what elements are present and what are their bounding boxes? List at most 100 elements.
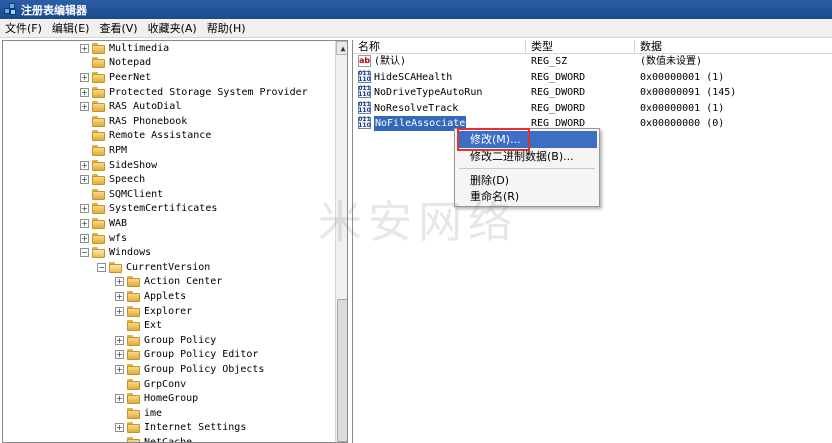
dword-value-icon: 011 110 [358, 100, 371, 114]
tree-item-label: SystemCertificates [109, 203, 218, 215]
window-title: 注册表编辑器 [21, 3, 87, 17]
value-type: REG_DWORD [531, 71, 586, 83]
value-data: (数值未设置) [640, 56, 703, 67]
folder-icon [92, 101, 105, 113]
expand-icon[interactable]: + [115, 335, 124, 345]
tree-item[interactable]: + SideShow [80, 158, 157, 173]
expand-icon[interactable]: + [80, 72, 89, 82]
tree-item-label: wfs [109, 232, 128, 244]
tree-item[interactable]: + HomeGroup [115, 391, 198, 406]
tree-item-label: SQMClient [109, 188, 164, 200]
expand-icon[interactable]: + [115, 423, 124, 433]
folder-icon [109, 261, 122, 273]
expand-icon[interactable]: + [80, 87, 89, 97]
registry-value-row[interactable]: ab (默认) REG_SZ (数值未设置) [353, 54, 832, 69]
expand-icon[interactable]: + [115, 291, 124, 301]
tree-item[interactable]: − Windows [80, 245, 151, 260]
tree-item[interactable]: NetCache [115, 435, 192, 442]
tree-item[interactable]: + Protected Storage System Provider [80, 85, 308, 100]
registry-value-row[interactable]: 011 110 NoResolveTrack REG_DWORD 0x00000001 … [353, 101, 832, 116]
context-menu-modify-binary[interactable]: 修改二进制数据(B)... [457, 148, 597, 165]
tree-item-label: HomeGroup [144, 393, 199, 405]
tree-item[interactable]: + Group Policy [115, 333, 216, 348]
tree-item-label: Speech [109, 174, 146, 186]
tree-item[interactable]: GrpConv [115, 377, 186, 392]
tree-item-label: WAB [109, 217, 128, 229]
menu-help[interactable]: 帮助(H) [202, 20, 251, 37]
tree-item[interactable]: + PeerNet [80, 70, 151, 85]
value-data: 0x00000001 (1) [640, 71, 725, 83]
expand-icon[interactable]: + [80, 43, 89, 53]
tree-item[interactable]: + Multimedia [80, 41, 169, 56]
registry-values-pane[interactable]: 名称 类型 数据 ab (默认) REG_SZ (数值未设置) 011 110 HideSC… [352, 40, 832, 443]
expand-icon[interactable]: + [115, 277, 124, 287]
tree-item[interactable]: + SystemCertificates [80, 202, 217, 217]
tree-item-label: SideShow [109, 159, 158, 171]
context-menu-delete[interactable]: 删除(D) [457, 172, 597, 189]
tree-item-label: Action Center [144, 276, 223, 288]
registry-value-row[interactable]: 011 110 NoDriveTypeAutoRun REG_DWORD 0x00000… [353, 85, 832, 100]
folder-icon [92, 71, 105, 83]
title-bar[interactable]: 注册表编辑器 [0, 0, 832, 19]
tree-item-label: GrpConv [144, 378, 187, 390]
tree-item[interactable]: + Speech [80, 172, 145, 187]
tree-item[interactable]: + Explorer [115, 304, 192, 319]
expand-icon[interactable]: + [80, 175, 89, 185]
tree-item-label: Group Policy Editor [144, 349, 259, 361]
column-header-name[interactable]: 名称 [353, 40, 526, 54]
dword-value-icon: 011 110 [358, 85, 371, 98]
value-name: NoDriveTypeAutoRun [374, 87, 483, 98]
context-menu-modify[interactable]: 修改(M)... [457, 131, 597, 148]
tree-item-label: Protected Storage System Provider [109, 86, 308, 98]
tree-item[interactable]: + RAS AutoDial [80, 99, 181, 114]
collapse-icon[interactable]: − [97, 262, 106, 272]
collapse-icon[interactable]: − [80, 248, 89, 258]
value-type: REG_SZ [531, 56, 568, 67]
context-menu-separator [459, 168, 595, 169]
string-value-icon: ab [358, 55, 371, 67]
scroll-thumb[interactable] [337, 299, 347, 442]
value-name: (默认) [374, 56, 407, 67]
expand-icon[interactable]: + [115, 350, 124, 360]
folder-icon [92, 57, 105, 69]
scroll-up-arrow-icon[interactable]: ▲ [336, 41, 347, 55]
tree-item[interactable]: + Group Policy Objects [115, 362, 264, 377]
registry-tree-pane[interactable]: + Multimedia Notepad + PeerNet + Protected Sto… [2, 40, 348, 443]
tree-item[interactable]: + Internet Settings [115, 421, 246, 436]
expand-icon[interactable]: + [80, 204, 89, 214]
column-header-type[interactable]: 类型 [526, 40, 635, 54]
tree-item[interactable]: ime [115, 406, 162, 421]
tree-item[interactable]: Ext [115, 318, 162, 333]
tree-item[interactable]: + Applets [115, 289, 186, 304]
menu-file[interactable]: 文件(F) [0, 20, 47, 37]
tree-item[interactable]: RPM [80, 143, 127, 158]
tree-item-label: ime [144, 407, 163, 419]
folder-icon [92, 247, 105, 259]
tree-item[interactable]: Notepad [80, 56, 151, 71]
tree-vertical-scrollbar[interactable]: ▲ [335, 41, 347, 442]
expand-icon[interactable]: + [80, 233, 89, 243]
tree-item[interactable]: − CurrentVersion [97, 260, 210, 275]
expand-icon[interactable]: + [115, 364, 124, 374]
context-menu-rename[interactable]: 重命名(R) [457, 188, 597, 205]
expand-icon[interactable]: + [80, 160, 89, 170]
expand-icon[interactable]: + [115, 394, 124, 404]
menu-favorites[interactable]: 收藏夹(A) [143, 20, 202, 37]
tree-item[interactable]: + Group Policy Editor [115, 348, 258, 363]
context-menu: 修改(M)... 修改二进制数据(B)... 删除(D) 重命名(R) [454, 128, 600, 207]
tree-item[interactable]: SQMClient [80, 187, 163, 202]
tree-item[interactable]: + Action Center [115, 275, 222, 290]
value-data: 0x00000001 (1) [640, 102, 725, 114]
expand-icon[interactable]: + [80, 102, 89, 112]
folder-icon [92, 174, 105, 186]
expand-icon[interactable]: + [80, 218, 89, 228]
tree-item[interactable]: + wfs [80, 231, 127, 246]
tree-item[interactable]: RAS Phonebook [80, 114, 187, 129]
registry-value-row[interactable]: 011 110 HideSCAHealth REG_DWORD 0x00000001 (… [353, 70, 832, 85]
expand-icon[interactable]: + [115, 306, 124, 316]
column-header-data[interactable]: 数据 [635, 40, 832, 54]
tree-item[interactable]: Remote Assistance [80, 129, 211, 144]
tree-item[interactable]: + WAB [80, 216, 127, 231]
menu-edit[interactable]: 编辑(E) [47, 20, 95, 37]
menu-view[interactable]: 查看(V) [94, 20, 142, 37]
